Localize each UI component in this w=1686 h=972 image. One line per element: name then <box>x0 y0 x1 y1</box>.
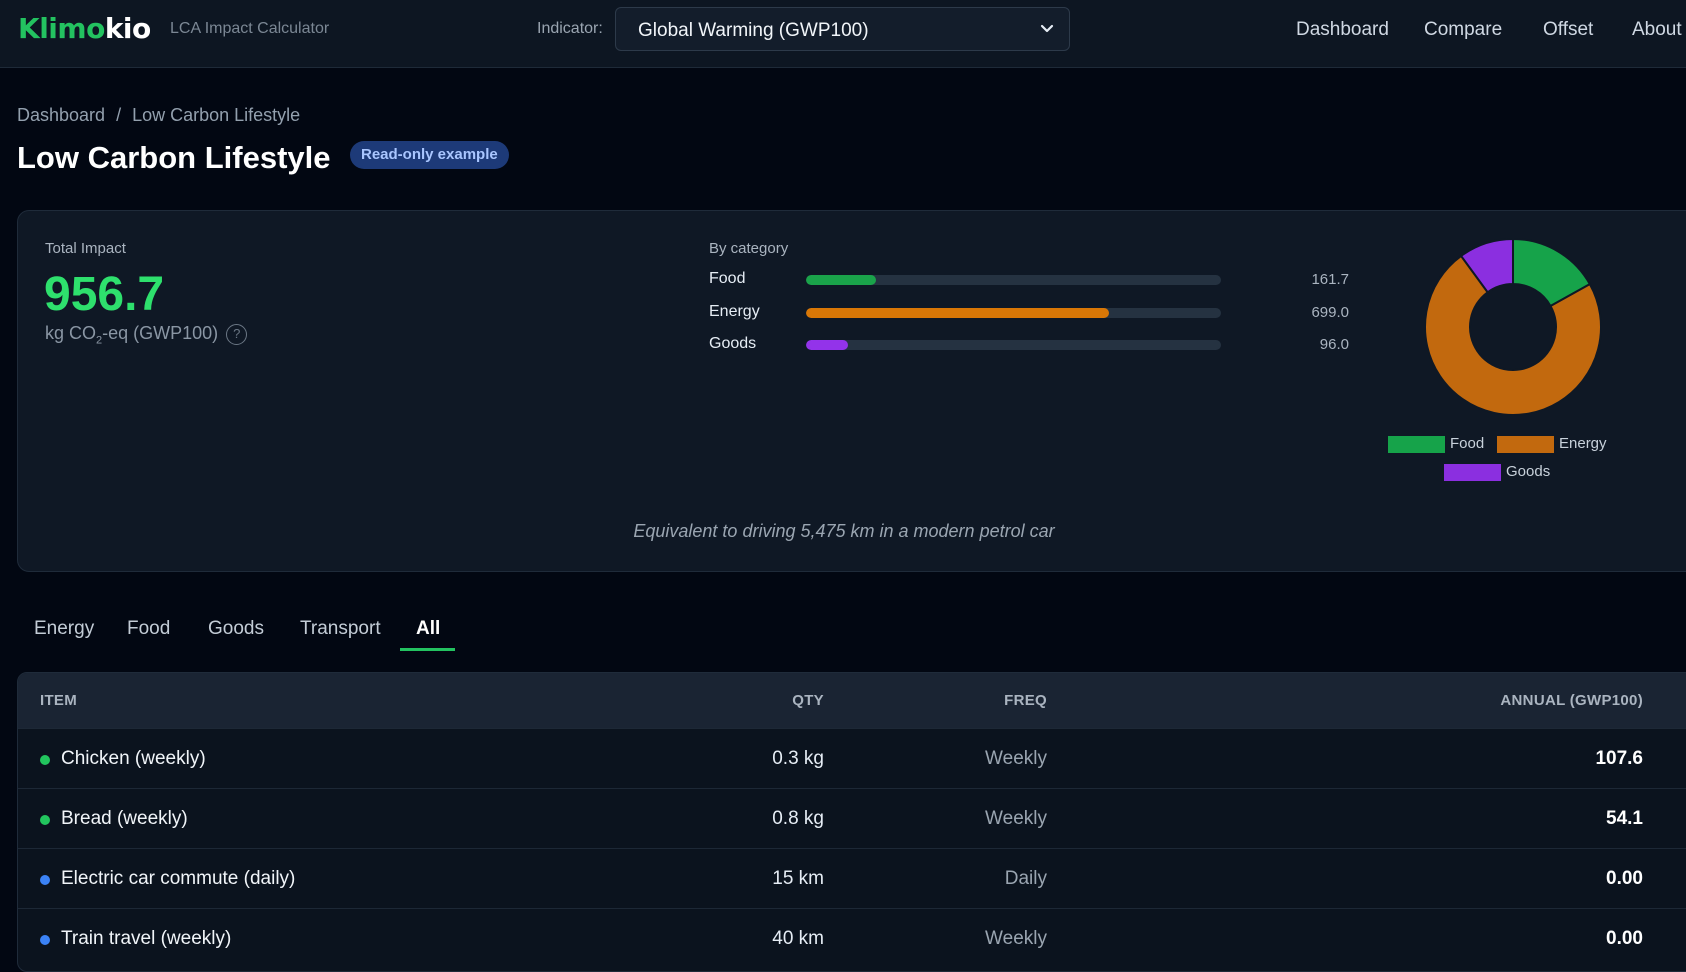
nav-offset[interactable]: Offset <box>1543 19 1593 41</box>
category-dot <box>40 815 50 825</box>
page-title: Low Carbon Lifestyle <box>17 140 331 175</box>
legend-swatch-goods <box>1444 464 1501 481</box>
indicator-select[interactable]: Global Warming (GWP100) <box>615 7 1070 51</box>
row-item: Train travel (weekly) <box>61 928 232 949</box>
category-row-food: Food 161.7 <box>709 270 1349 292</box>
total-impact-unit: kg CO2-eq (GWP100)? <box>45 323 248 347</box>
column-header-freq[interactable]: FREQ <box>848 692 1047 709</box>
row-item: Bread (weekly) <box>61 808 188 829</box>
tab-food[interactable]: Food <box>127 618 170 640</box>
breadcrumb-root[interactable]: Dashboard <box>17 105 105 125</box>
indicator-label: Indicator: <box>537 20 603 37</box>
table-row[interactable]: Electric car commute (daily) 15 km Daily… <box>18 848 1686 908</box>
tab-energy[interactable]: Energy <box>34 618 94 640</box>
total-impact-value: 956.7 <box>44 268 165 321</box>
legend-swatch-food <box>1388 436 1445 453</box>
row-annual: 54.1 <box>1606 808 1643 829</box>
category-value: 96.0 <box>1319 336 1349 353</box>
nav-about[interactable]: About <box>1632 19 1682 41</box>
row-freq: Weekly <box>985 808 1047 829</box>
top-bar: Klimokio LCA Impact Calculator Indicator… <box>0 0 1686 68</box>
breadcrumb-current: Low Carbon Lifestyle <box>132 105 301 125</box>
by-category-label: By category <box>709 240 789 257</box>
tab-all[interactable]: All <box>416 618 440 640</box>
app-subtitle: LCA Impact Calculator <box>170 20 330 37</box>
legend-label-goods: Goods <box>1506 463 1551 480</box>
equivalent-text: Equivalent to driving 5,475 km in a mode… <box>633 521 1055 541</box>
summary-card: Total Impact 956.7 kg CO2-eq (GWP100)? B… <box>17 210 1686 572</box>
row-qty: 40 km <box>772 928 824 949</box>
breadcrumb: Dashboard / Low Carbon Lifestyle <box>17 105 300 126</box>
row-freq: Daily <box>1004 868 1047 889</box>
nav-compare[interactable]: Compare <box>1424 19 1502 41</box>
app-logo[interactable]: Klimokio <box>18 12 151 45</box>
legend-label-energy: Energy <box>1559 435 1607 452</box>
category-bar-track <box>806 340 1221 350</box>
category-bar-fill <box>806 340 848 350</box>
row-qty: 0.3 kg <box>772 748 824 769</box>
category-bar-fill <box>806 275 877 285</box>
nav-dashboard[interactable]: Dashboard <box>1296 19 1389 41</box>
category-row-goods: Goods 96.0 <box>709 335 1349 357</box>
category-dot <box>40 935 50 945</box>
category-dot <box>40 755 50 765</box>
row-qty: 15 km <box>772 868 824 889</box>
active-tab-indicator <box>400 648 455 651</box>
read-only-badge: Read-only example <box>350 141 509 169</box>
category-value: 699.0 <box>1311 304 1349 321</box>
row-qty: 0.8 kg <box>772 808 824 829</box>
unit-prefix: kg CO <box>45 323 97 343</box>
help-icon[interactable]: ? <box>226 324 248 345</box>
tab-transport[interactable]: Transport <box>300 618 381 640</box>
category-name: Energy <box>709 303 760 320</box>
category-value: 161.7 <box>1311 271 1349 288</box>
category-bar-track <box>806 308 1221 318</box>
breadcrumb-separator: / <box>116 105 122 125</box>
chevron-down-icon <box>1040 24 1054 33</box>
column-header-annual[interactable]: ANNUAL (GWP100) <box>1318 692 1643 709</box>
total-impact-label: Total Impact <box>45 240 126 257</box>
table-row[interactable]: Train travel (weekly) 40 km Weekly 0.00 <box>18 908 1686 968</box>
row-annual: 0.00 <box>1606 928 1643 949</box>
logo-text-primary: Klimo <box>18 12 105 45</box>
category-bar-track <box>806 275 1221 285</box>
table-header: ITEM QTY FREQ ANNUAL (GWP100) <box>18 673 1686 728</box>
category-row-energy: Energy 699.0 <box>709 303 1349 325</box>
table-row[interactable]: Bread (weekly) 0.8 kg Weekly 54.1 <box>18 788 1686 848</box>
items-table: ITEM QTY FREQ ANNUAL (GWP100) Chicken (w… <box>17 672 1686 972</box>
category-dot <box>40 875 50 885</box>
row-annual: 107.6 <box>1595 748 1643 769</box>
column-header-qty[interactable]: QTY <box>618 692 824 709</box>
legend-label-food: Food <box>1450 435 1485 452</box>
logo-text-secondary: kio <box>104 12 151 45</box>
indicator-selected-value: Global Warming (GWP100) <box>638 20 869 41</box>
column-header-item[interactable]: ITEM <box>40 692 77 709</box>
row-item: Chicken (weekly) <box>61 748 206 769</box>
row-annual: 0.00 <box>1606 868 1643 889</box>
row-freq: Weekly <box>985 928 1047 949</box>
unit-suffix: -eq (GWP100) <box>102 323 219 343</box>
row-freq: Weekly <box>985 748 1047 769</box>
category-name: Food <box>709 270 746 287</box>
tab-goods[interactable]: Goods <box>208 618 264 640</box>
table-row[interactable]: Chicken (weekly) 0.3 kg Weekly 107.6 <box>18 728 1686 788</box>
category-donut-chart <box>1424 237 1602 416</box>
category-name: Goods <box>709 335 757 352</box>
legend-swatch-energy <box>1497 436 1554 453</box>
category-bar-fill <box>806 308 1110 318</box>
row-item: Electric car commute (daily) <box>61 868 296 889</box>
